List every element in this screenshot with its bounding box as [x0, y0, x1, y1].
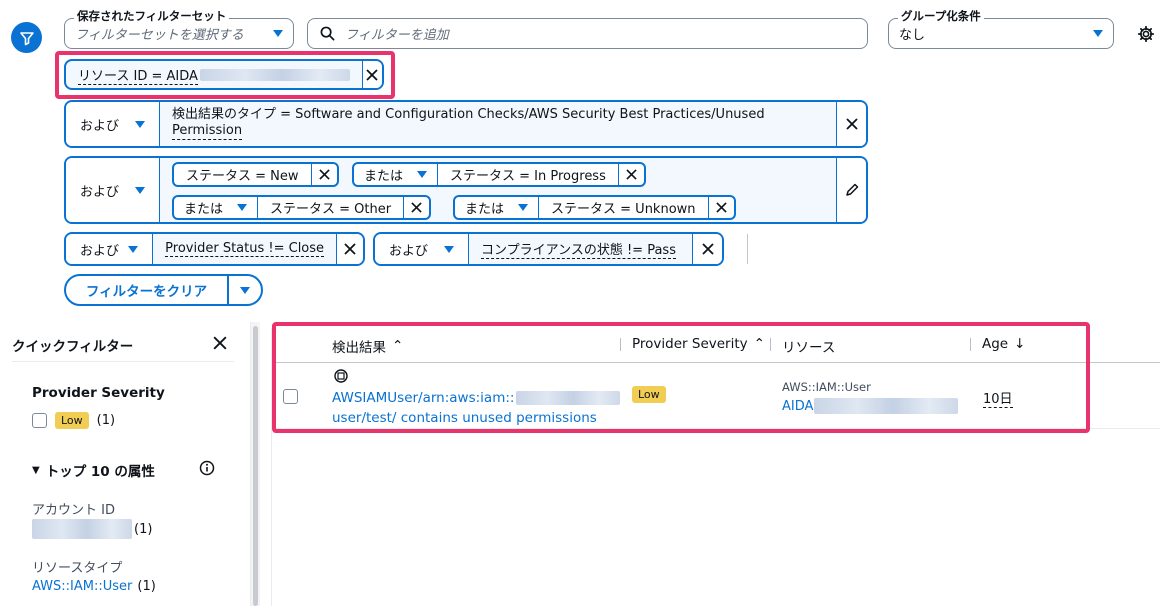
resource-id-token-text: リソース ID = AIDA: [78, 65, 198, 85]
chevron-down-icon: [237, 204, 248, 211]
token-text: ステータス = Unknown: [551, 202, 696, 217]
resource-type-item[interactable]: AWS::IAM::User (1): [32, 579, 156, 594]
severity-checkbox[interactable]: [32, 413, 47, 428]
divider: [747, 234, 748, 264]
chevron-down-icon: [135, 120, 145, 128]
resource-id-token: リソース ID = AIDA: [64, 59, 384, 90]
chevron-down-icon: [518, 204, 529, 211]
scrollbar[interactable]: [253, 326, 258, 606]
top-attrs-heading: トップ 10 の属性: [45, 464, 155, 480]
finding-type-line1: 検出結果のタイプ = Software and Configuration Ch…: [172, 107, 765, 122]
pencil-icon: [845, 183, 858, 196]
redacted-id: [199, 68, 350, 81]
operator-label: または: [465, 202, 505, 217]
finding-type-line2: Permission: [172, 123, 243, 140]
account-id-count: (1): [134, 521, 153, 537]
provider-status-token: および Provider Status != Close: [64, 232, 365, 266]
resource-type-label: リソースタイプ: [32, 561, 123, 576]
operator-label: および: [80, 243, 120, 259]
chevron-down-icon: [1093, 30, 1103, 37]
search-icon: [320, 26, 335, 41]
token-text: ステータス = New: [186, 169, 299, 184]
resource-type-link[interactable]: AWS::IAM::User: [32, 579, 132, 594]
remove-token-button[interactable]: [692, 234, 722, 264]
saved-filter-label: 保存されたフィルターセット: [74, 8, 230, 24]
result-row-highlight: [272, 322, 1090, 433]
clear-filters-button[interactable]: フィルターをクリア: [64, 274, 263, 306]
info-icon[interactable]: [199, 460, 215, 480]
operator-label: および: [389, 243, 429, 259]
redacted-account-id: [32, 519, 132, 539]
group-by-value: なし: [899, 28, 926, 43]
severity-count: (1): [96, 413, 116, 428]
chevron-down-icon[interactable]: [229, 276, 261, 304]
token-text: ステータス = In Progress: [450, 169, 606, 184]
chevron-down-icon: [417, 171, 428, 178]
clear-filters-label: フィルターをクリア: [66, 276, 229, 304]
caret-down-icon: ▼: [32, 464, 40, 476]
token-text: ステータス = Other: [270, 202, 392, 217]
remove-token-button[interactable]: [336, 234, 363, 264]
chevron-down-icon: [128, 245, 139, 253]
edit-token-button[interactable]: [836, 158, 866, 222]
top-attrs-toggle[interactable]: ▼ トップ 10 の属性: [32, 460, 155, 480]
chevron-down-icon: [444, 245, 454, 253]
filter-search-input[interactable]: フィルターを追加: [307, 18, 868, 49]
finding-type-token: および 検出結果のタイプ = Software and Configuratio…: [64, 100, 868, 148]
operator-select[interactable]: または: [174, 197, 259, 218]
remove-token-button[interactable]: [836, 102, 866, 146]
operator-select[interactable]: および: [375, 234, 469, 264]
token-text: Provider Status != Close: [165, 241, 325, 257]
operator-label: または: [364, 169, 404, 184]
resource-type-count: (1): [137, 579, 156, 594]
remove-token-button[interactable]: [361, 61, 382, 88]
gear-icon[interactable]: [1137, 25, 1155, 43]
operator-select[interactable]: および: [66, 102, 160, 146]
status-other-token: または ステータス = Other: [172, 195, 432, 220]
group-by-label: グループ化条件: [898, 8, 984, 24]
severity-badge: Low: [55, 412, 89, 429]
status-unknown-token: または ステータス = Unknown: [453, 195, 736, 220]
operator-select[interactable]: または: [455, 197, 540, 218]
status-token-group: および ステータス = New または ステータス = In Progress …: [64, 156, 868, 224]
close-icon[interactable]: [707, 197, 734, 218]
close-icon[interactable]: [403, 197, 429, 218]
divider: [12, 361, 234, 362]
operator-label: および: [80, 118, 120, 134]
severity-filter-item[interactable]: Low (1): [32, 412, 115, 429]
operator-label: または: [184, 202, 224, 217]
operator-select[interactable]: および: [66, 158, 160, 222]
token-text: コンプライアンスの状態 != Pass: [481, 239, 676, 259]
account-id-label: アカウント ID: [32, 503, 115, 518]
status-in-progress-token: または ステータス = In Progress: [352, 162, 646, 187]
account-id-item[interactable]: (1): [32, 519, 152, 539]
operator-select[interactable]: または: [354, 164, 439, 185]
operator-label: および: [80, 184, 120, 200]
chevron-down-icon: [273, 30, 283, 37]
severity-heading: Provider Severity: [32, 385, 165, 401]
close-icon[interactable]: [617, 164, 644, 185]
compliance-token: および コンプライアンスの状態 != Pass: [373, 232, 724, 266]
quick-filter-title: クイックフィルター: [12, 339, 134, 355]
close-icon[interactable]: [213, 336, 227, 354]
chevron-down-icon: [135, 186, 145, 194]
filter-funnel-icon[interactable]: [11, 22, 42, 53]
search-placeholder: フィルターを追加: [345, 28, 449, 43]
status-new-token: ステータス = New: [172, 162, 339, 187]
saved-filter-placeholder: フィルターセットを選択する: [75, 28, 244, 43]
close-icon[interactable]: [310, 164, 337, 185]
operator-select[interactable]: および: [66, 234, 154, 264]
